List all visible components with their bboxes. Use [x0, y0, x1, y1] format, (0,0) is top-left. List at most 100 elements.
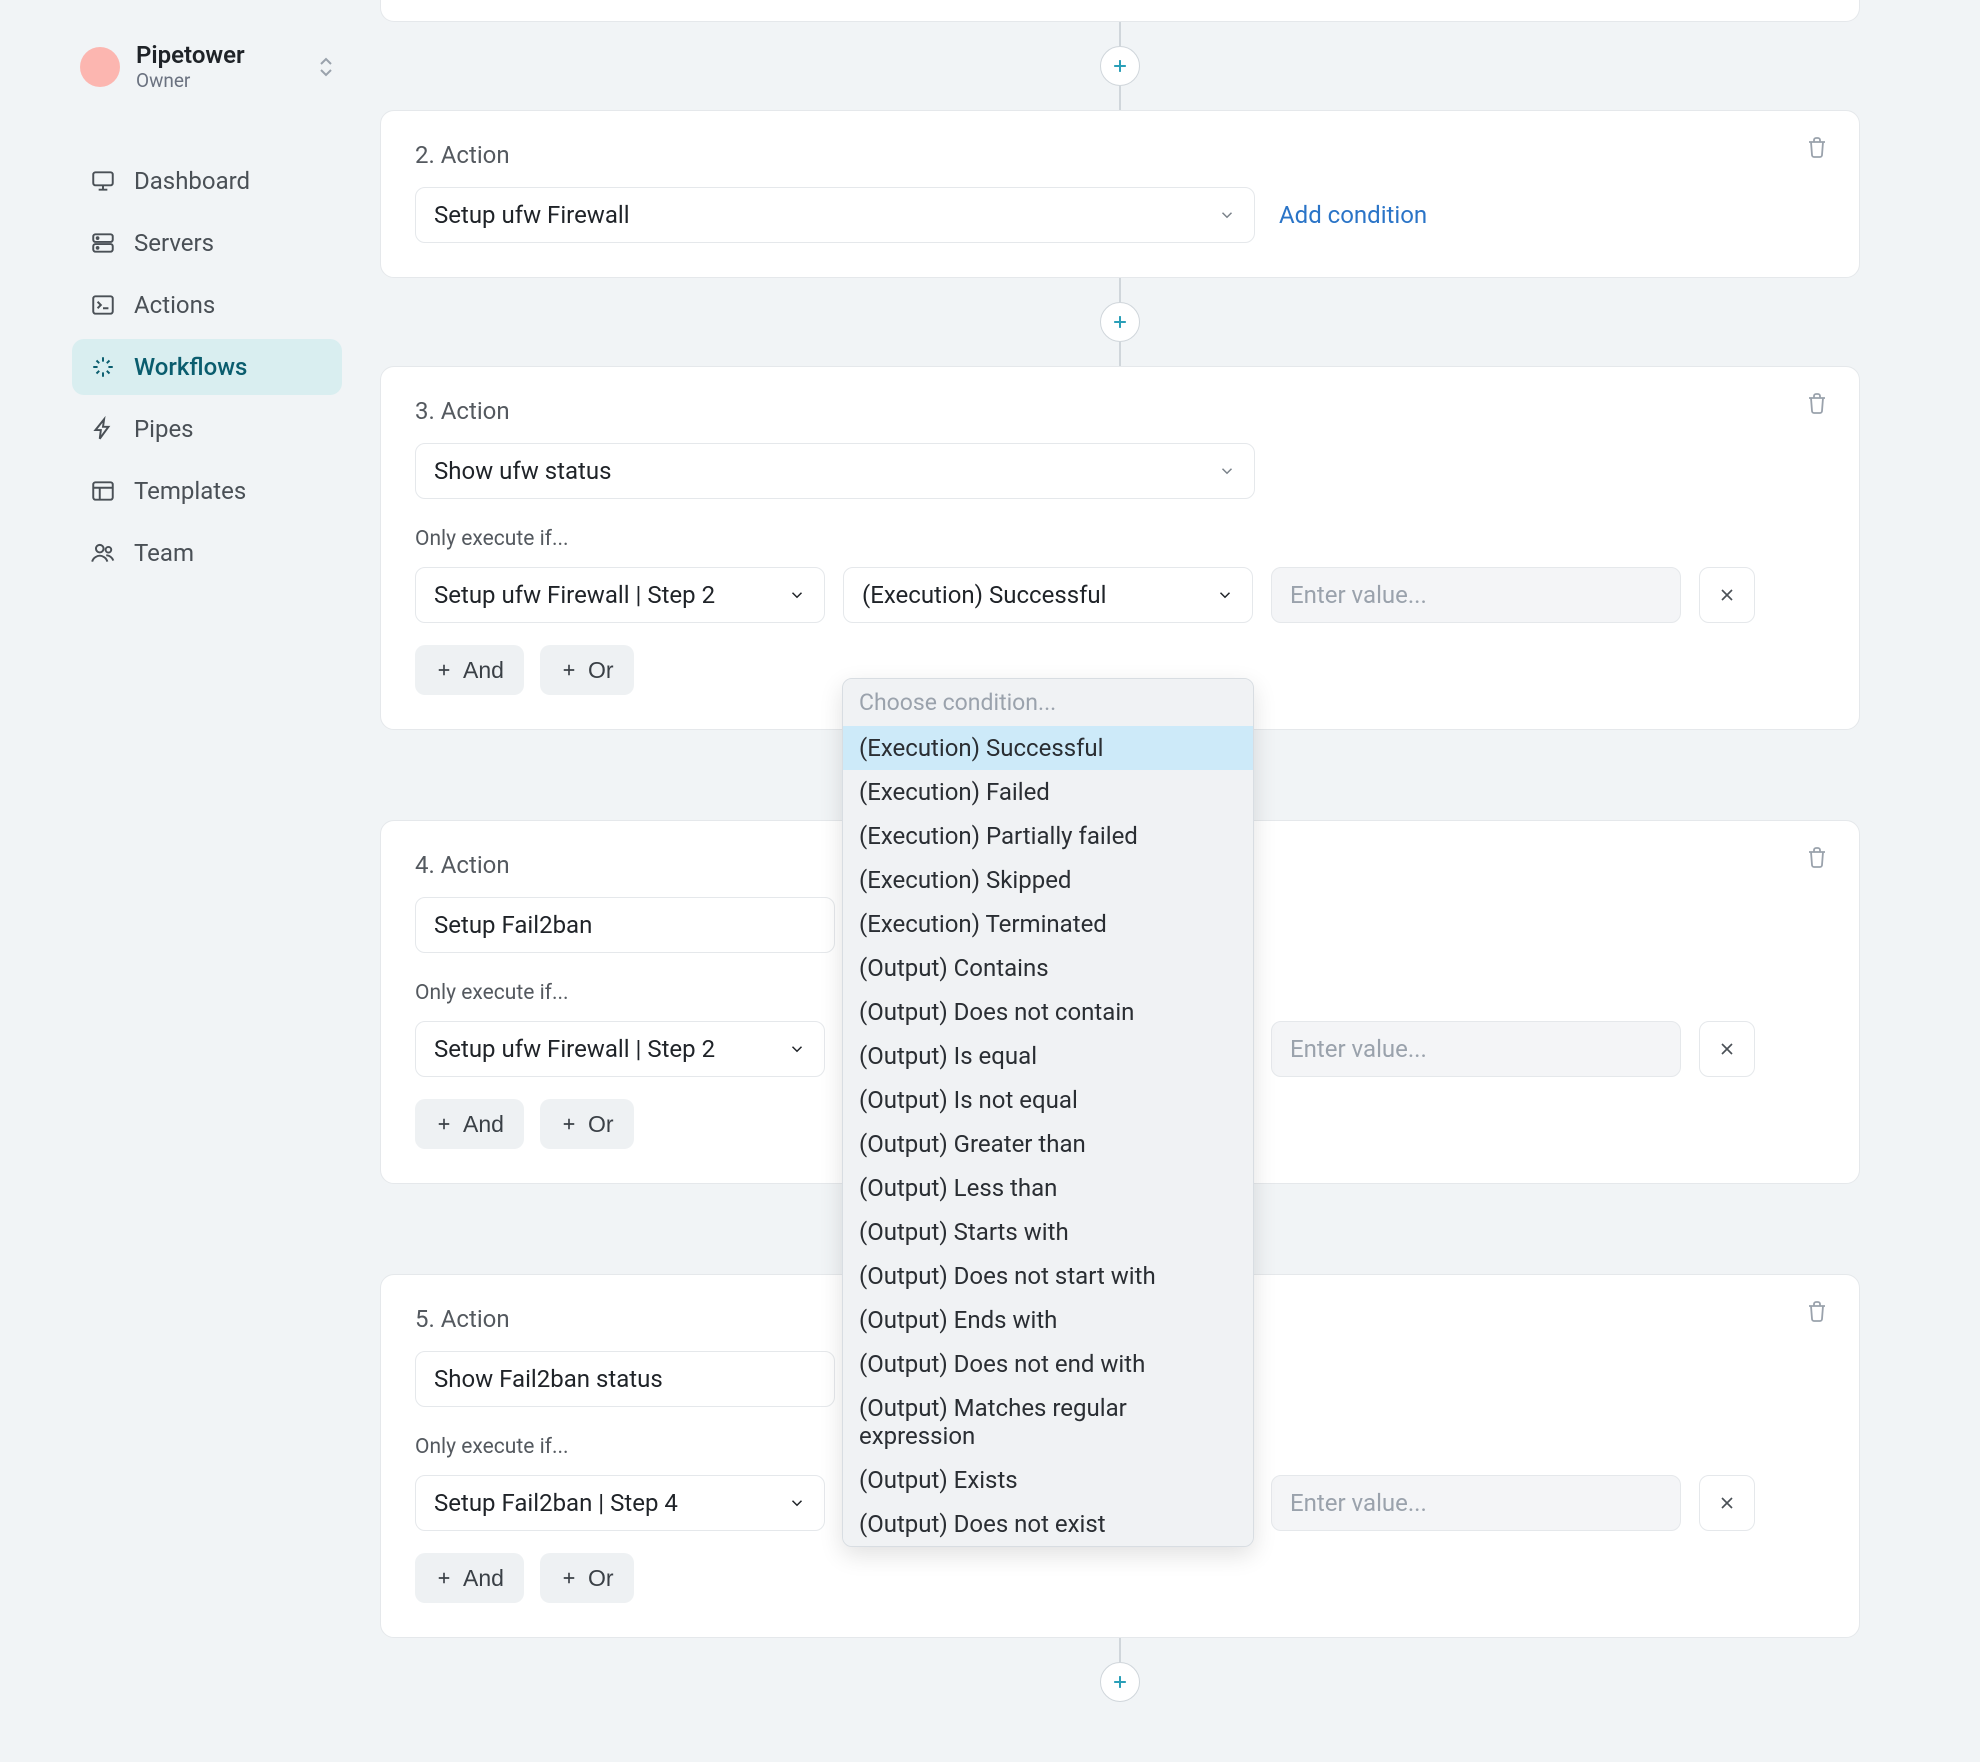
card-bottom-edge [380, 0, 1860, 22]
condition-step-select[interactable]: Setup ufw Firewall | Step 2 [415, 567, 825, 623]
dropdown-item[interactable]: (Output) Is not equal [843, 1078, 1253, 1122]
server-icon [90, 230, 116, 256]
placeholder-text: Enter value... [1290, 581, 1427, 609]
button-label: Or [588, 657, 614, 684]
dropdown-item[interactable]: (Output) Contains [843, 946, 1253, 990]
terminal-icon [90, 292, 116, 318]
sidebar-item-servers[interactable]: Servers [72, 215, 342, 271]
sidebar-item-label: Templates [134, 477, 246, 505]
action-select-value: Show ufw status [434, 457, 611, 485]
main-nav: Dashboard Servers Actions Workflows [72, 153, 342, 581]
button-label: And [463, 1111, 504, 1138]
action-select[interactable]: Setup ufw Firewall [415, 187, 1255, 243]
add-or-button[interactable]: Or [540, 645, 634, 695]
action-select[interactable]: Show Fail2ban status [415, 1351, 835, 1407]
sidebar-item-team[interactable]: Team [72, 525, 342, 581]
dropdown-item[interactable]: (Output) Less than [843, 1166, 1253, 1210]
add-and-button[interactable]: And [415, 1099, 524, 1149]
dropdown-item[interactable]: (Output) Is equal [843, 1034, 1253, 1078]
users-icon [90, 540, 116, 566]
dropdown-item[interactable]: (Output) Matches regular expression [843, 1386, 1253, 1458]
condition-step-value: Setup ufw Firewall | Step 2 [434, 1035, 715, 1063]
button-label: And [463, 657, 504, 684]
add-and-button[interactable]: And [415, 645, 524, 695]
condition-step-select[interactable]: Setup Fail2ban | Step 4 [415, 1475, 825, 1531]
dropdown-item[interactable]: (Output) Ends with [843, 1298, 1253, 1342]
placeholder-text: Enter value... [1290, 1035, 1427, 1063]
sidebar-item-workflows[interactable]: Workflows [72, 339, 342, 395]
bolt-icon [90, 416, 116, 442]
button-label: Or [588, 1111, 614, 1138]
dropdown-item[interactable]: (Output) Does not contain [843, 990, 1253, 1034]
condition-value-input[interactable]: Enter value... [1271, 567, 1681, 623]
action-select[interactable]: Setup Fail2ban [415, 897, 835, 953]
avatar [80, 47, 120, 87]
remove-condition-button[interactable] [1699, 1021, 1755, 1077]
sparkle-icon [90, 354, 116, 380]
monitor-icon [90, 168, 116, 194]
dropdown-item[interactable]: (Execution) Successful [843, 726, 1253, 770]
delete-step-button[interactable] [1805, 1299, 1829, 1323]
add-or-button[interactable]: Or [540, 1099, 634, 1149]
connector [1119, 342, 1121, 366]
chevron-down-icon [788, 1494, 806, 1512]
remove-condition-button[interactable] [1699, 1475, 1755, 1531]
org-switcher[interactable]: Pipetower Owner [72, 36, 342, 97]
connector [1119, 22, 1121, 46]
sidebar-item-label: Actions [134, 291, 215, 319]
dropdown-search-placeholder[interactable]: Choose condition... [843, 679, 1253, 726]
delete-step-button[interactable] [1805, 391, 1829, 415]
sidebar-item-pipes[interactable]: Pipes [72, 401, 342, 457]
button-label: Or [588, 1565, 614, 1592]
condition-dropdown[interactable]: Choose condition... (Execution) Successf… [842, 678, 1254, 1547]
condition-step-select[interactable]: Setup ufw Firewall | Step 2 [415, 1021, 825, 1077]
condition-value-input[interactable]: Enter value... [1271, 1021, 1681, 1077]
dropdown-item[interactable]: (Output) Exists [843, 1458, 1253, 1502]
dropdown-item[interactable]: (Execution) Failed [843, 770, 1253, 814]
plus-icon [435, 1115, 453, 1133]
plus-icon [560, 661, 578, 679]
sidebar-item-label: Workflows [134, 353, 247, 381]
dropdown-item[interactable]: (Output) Starts with [843, 1210, 1253, 1254]
dropdown-item[interactable]: (Execution) Skipped [843, 858, 1253, 902]
add-step-button[interactable] [1100, 302, 1140, 342]
org-role: Owner [136, 70, 302, 92]
dropdown-item[interactable]: (Output) Does not start with [843, 1254, 1253, 1298]
connector [1119, 86, 1121, 110]
dropdown-item[interactable]: (Execution) Terminated [843, 902, 1253, 946]
remove-condition-button[interactable] [1699, 567, 1755, 623]
sidebar: Pipetower Owner Dashboard Servers [72, 36, 342, 581]
button-label: And [463, 1565, 504, 1592]
chevron-down-icon [1216, 586, 1234, 604]
plus-icon [435, 1569, 453, 1587]
sidebar-item-label: Pipes [134, 415, 194, 443]
chevron-down-icon [1218, 206, 1236, 224]
sidebar-item-dashboard[interactable]: Dashboard [72, 153, 342, 209]
step-title: 2. Action [415, 141, 1825, 169]
sidebar-item-label: Servers [134, 229, 214, 257]
add-condition-link[interactable]: Add condition [1279, 201, 1427, 229]
add-step-button[interactable] [1100, 46, 1140, 86]
add-step-button[interactable] [1100, 1662, 1140, 1702]
delete-step-button[interactable] [1805, 845, 1829, 869]
condition-step-value: Setup ufw Firewall | Step 2 [434, 581, 715, 609]
step-card-2: 2. Action Setup ufw Firewall Add conditi… [380, 110, 1860, 278]
step-card-3: 3. Action Show ufw status Only execute i… [380, 366, 1860, 730]
sidebar-item-templates[interactable]: Templates [72, 463, 342, 519]
action-select[interactable]: Show ufw status [415, 443, 1255, 499]
dropdown-item[interactable]: (Execution) Partially failed [843, 814, 1253, 858]
condition-type-select[interactable]: (Execution) Successful [843, 567, 1253, 623]
dropdown-item[interactable]: (Output) Does not end with [843, 1342, 1253, 1386]
condition-value-input[interactable]: Enter value... [1271, 1475, 1681, 1531]
dropdown-item[interactable]: (Output) Greater than [843, 1122, 1253, 1166]
action-select-value: Show Fail2ban status [434, 1365, 663, 1393]
delete-step-button[interactable] [1805, 135, 1829, 159]
chevron-down-icon [788, 586, 806, 604]
placeholder-text: Enter value... [1290, 1489, 1427, 1517]
sidebar-item-label: Dashboard [134, 167, 250, 195]
sidebar-item-actions[interactable]: Actions [72, 277, 342, 333]
dropdown-item[interactable]: (Output) Does not exist [843, 1502, 1253, 1546]
add-or-button[interactable]: Or [540, 1553, 634, 1603]
plus-icon [435, 661, 453, 679]
add-and-button[interactable]: And [415, 1553, 524, 1603]
